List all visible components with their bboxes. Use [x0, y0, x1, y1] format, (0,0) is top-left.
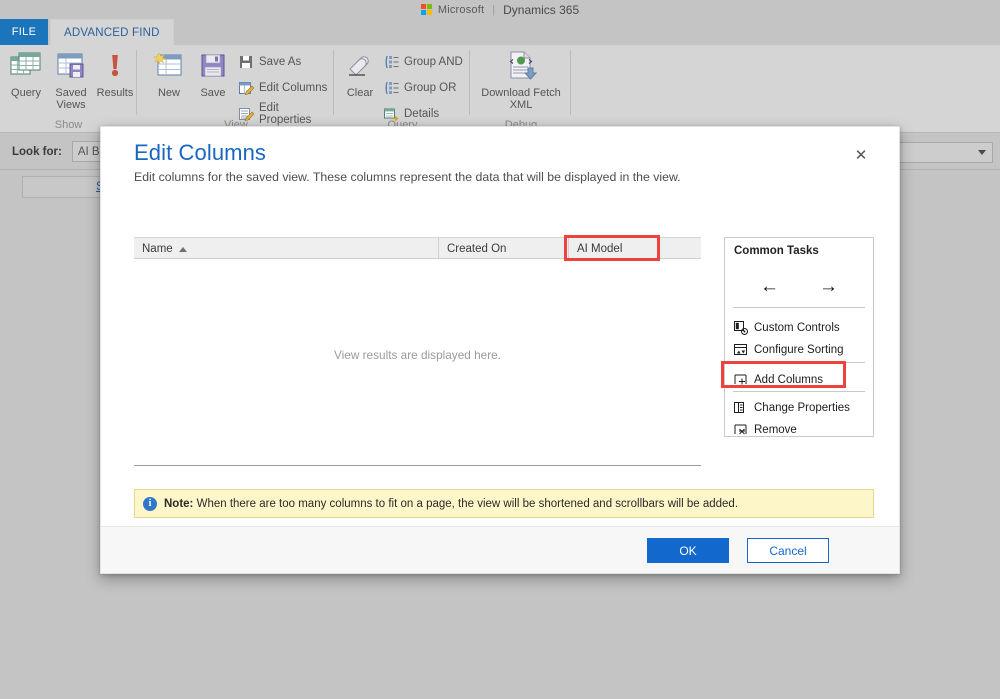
ribbon-button-saved-views[interactable]: Saved Views: [48, 49, 94, 111]
ribbon-group-show: Query Saved Views: [0, 45, 137, 133]
columns-grid-body: View results are displayed here.: [134, 259, 701, 451]
ribbon-button-group-or-label: Group OR: [404, 82, 456, 94]
brand-bar: Microsoft | Dynamics 365: [0, 0, 1000, 19]
dialog-title: Edit Columns: [134, 140, 266, 166]
common-task-configure-sorting-label: Configure Sorting: [754, 344, 844, 356]
configure-sorting-icon: [733, 342, 748, 357]
download-fetch-xml-icon: [475, 49, 567, 83]
new-table-icon: [146, 49, 192, 83]
floppy-small-icon: [238, 54, 254, 70]
chevron-down-icon: [978, 150, 986, 155]
ribbon-button-download-fetch-xml-label: Download Fetch XML: [475, 87, 567, 111]
info-icon: i: [143, 497, 157, 511]
common-tasks-divider-top: [733, 307, 865, 308]
remove-column-icon: [733, 422, 748, 437]
column-header-created-on-label: Created On: [447, 243, 506, 255]
ribbon-button-save-label: Save: [190, 87, 236, 99]
cancel-button[interactable]: Cancel: [747, 538, 829, 563]
note-body: When there are too many columns to fit o…: [193, 498, 738, 510]
column-header-ai-model[interactable]: AI Model: [569, 238, 659, 260]
ribbon-button-new-label: New: [146, 87, 192, 99]
columns-grid: Name Created On AI Model View results ar…: [134, 237, 701, 452]
common-task-custom-controls-label: Custom Controls: [754, 322, 840, 334]
ribbon-group-view: New Save Save As: [138, 45, 334, 133]
floppy-save-icon: [190, 49, 236, 83]
ribbon-button-edit-columns-label: Edit Columns: [259, 82, 327, 94]
lookfor-view-select[interactable]: [893, 142, 993, 163]
common-tasks-title: Common Tasks: [734, 245, 819, 257]
ribbon-button-group-or[interactable]: Group OR: [383, 77, 456, 99]
ribbon-button-results[interactable]: Results: [92, 49, 138, 99]
ribbon-button-download-fetch-xml[interactable]: Download Fetch XML: [475, 49, 567, 111]
column-header-spacer: [659, 238, 701, 260]
common-task-configure-sorting[interactable]: Configure Sorting: [733, 339, 867, 360]
arrow-right-icon[interactable]: →: [819, 277, 838, 296]
ribbon-button-group-and-label: Group AND: [404, 56, 463, 68]
ribbon-group-debug: Download Fetch XML Debug: [471, 45, 571, 133]
ribbon-button-group-and[interactable]: Group AND: [383, 51, 463, 73]
ribbon-group-query: Clear Group AND: [335, 45, 470, 133]
column-header-ai-model-label: AI Model: [577, 243, 622, 255]
dialog-subtitle: Edit columns for the saved view. These c…: [134, 170, 859, 184]
common-tasks-panel: Common Tasks ← → Custom Controls: [724, 237, 874, 437]
table-query-icon: [3, 49, 49, 83]
ribbon-button-query[interactable]: Query: [3, 49, 49, 99]
common-task-custom-controls[interactable]: Custom Controls: [733, 317, 867, 338]
ribbon-button-save[interactable]: Save: [190, 49, 236, 99]
ribbon: Query Saved Views: [0, 45, 1000, 133]
ribbon-button-new[interactable]: New: [146, 49, 192, 99]
sort-ascending-icon: [179, 247, 187, 252]
add-columns-icon: [733, 372, 748, 387]
custom-controls-icon: [733, 320, 748, 335]
saved-views-icon: [48, 49, 94, 83]
group-and-icon: [383, 54, 399, 70]
grid-empty-message: View results are displayed here.: [334, 348, 501, 362]
ribbon-button-save-as-label: Save As: [259, 56, 301, 68]
tab-advanced-find[interactable]: ADVANCED FIND: [50, 19, 174, 45]
brand-separator: |: [490, 4, 497, 16]
ribbon-button-clear-label: Clear: [337, 87, 383, 99]
brand-company: Microsoft: [438, 4, 484, 16]
common-tasks-arrows: ← →: [725, 270, 873, 302]
group-or-icon: [383, 80, 399, 96]
note-prefix: Note:: [164, 498, 193, 510]
common-task-change-properties[interactable]: Change Properties: [733, 397, 867, 418]
dialog-footer: OK Cancel: [101, 526, 899, 573]
column-header-name[interactable]: Name: [134, 238, 439, 260]
note-bar: i Note: When there are too many columns …: [134, 489, 874, 518]
exclamation-results-icon: [92, 49, 138, 83]
ribbon-button-query-label: Query: [3, 87, 49, 99]
ribbon-button-results-label: Results: [92, 87, 138, 99]
column-header-created-on[interactable]: Created On: [439, 238, 569, 260]
common-task-add-columns[interactable]: Add Columns: [733, 369, 867, 390]
ribbon-button-edit-columns[interactable]: Edit Columns: [238, 77, 327, 99]
ok-button[interactable]: OK: [647, 538, 729, 563]
edit-columns-icon: [238, 80, 254, 96]
tab-file[interactable]: FILE: [0, 19, 48, 45]
eraser-clear-icon: [337, 49, 383, 83]
dialog-divider: [134, 465, 701, 466]
arrow-left-icon[interactable]: ←: [760, 277, 779, 296]
common-task-remove-label: Remove: [754, 424, 797, 436]
lookfor-label: Look for:: [12, 146, 62, 158]
ribbon-button-save-as[interactable]: Save As: [238, 51, 301, 73]
ribbon-button-clear[interactable]: Clear: [337, 49, 383, 99]
ribbon-button-saved-views-label: Saved Views: [48, 87, 94, 111]
common-task-add-columns-label: Add Columns: [754, 374, 823, 386]
column-header-name-label: Name: [142, 243, 173, 255]
edit-columns-dialog: Edit Columns Edit columns for the saved …: [100, 126, 900, 574]
common-task-remove[interactable]: Remove: [733, 419, 867, 440]
note-text: Note: When there are too many columns to…: [164, 498, 738, 510]
change-properties-icon: [733, 400, 748, 415]
microsoft-logo-icon: [421, 4, 432, 15]
columns-grid-header: Name Created On AI Model: [134, 237, 701, 259]
common-tasks-divider-mid: [733, 362, 865, 363]
common-task-change-properties-label: Change Properties: [754, 402, 850, 414]
ribbon-tabstrip: FILE ADVANCED FIND: [0, 19, 1000, 45]
brand-product: Dynamics 365: [503, 3, 579, 17]
close-icon[interactable]: ✕: [851, 145, 871, 165]
common-tasks-divider-bottom: [733, 391, 865, 392]
